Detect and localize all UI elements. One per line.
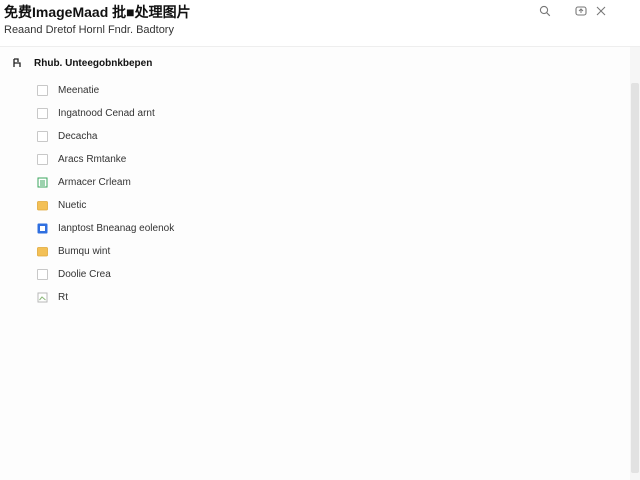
list-item-label: Rt — [58, 292, 68, 303]
list-item-label: Nuetic — [58, 200, 87, 211]
doc-file-icon — [37, 223, 48, 234]
file-list: Meenatie Ingatnood Cenad arnt Decacha Ar… — [37, 79, 337, 309]
checkbox[interactable] — [37, 85, 48, 96]
list-item-label: Doolie Crea — [58, 269, 111, 280]
sheet-file-icon — [37, 177, 48, 188]
list-item[interactable]: Armacer Crleam — [37, 171, 337, 194]
list-item[interactable]: Doolie Crea — [37, 263, 337, 286]
list-item[interactable]: Rt — [37, 286, 337, 309]
file-tree-panel: Rhub. Unteegobnkbepen Meenatie Ingatnood… — [0, 47, 630, 480]
list-item-label: Aracs Rmtanke — [58, 154, 127, 165]
list-item-label: Meenatie — [58, 85, 100, 96]
list-item-label: Bumqu wint — [58, 246, 111, 257]
list-item-label: Ingatnood Cenad arnt — [58, 108, 155, 119]
checkbox[interactable] — [37, 131, 48, 142]
refresh-icon[interactable] — [574, 4, 588, 18]
scrollbar-thumb[interactable] — [631, 83, 639, 473]
window-title: 免费ImageMaad 批■处理图片 — [4, 4, 191, 20]
list-item[interactable]: Ingatnood Cenad arnt — [37, 102, 337, 125]
list-item[interactable]: Bumqu wint — [37, 240, 337, 263]
folder-icon — [37, 200, 48, 211]
checkbox[interactable] — [37, 108, 48, 119]
list-item[interactable]: Aracs Rmtanke — [37, 148, 337, 171]
vertical-scrollbar[interactable] — [630, 47, 640, 480]
list-item-label: Ianptost Bneanag eolenok — [58, 223, 175, 234]
list-item[interactable]: Meenatie — [37, 79, 337, 102]
checkbox[interactable] — [37, 154, 48, 165]
list-item[interactable]: Nuetic — [37, 194, 337, 217]
tree-root-icon — [12, 57, 24, 69]
checkbox[interactable] — [37, 269, 48, 280]
list-item[interactable]: Decacha — [37, 125, 337, 148]
window-subtitle: Reaand Dretof Hornl Fndr. Badtory — [4, 24, 174, 36]
folder-icon — [37, 246, 48, 257]
list-item-label: Armacer Crleam — [58, 177, 131, 188]
tree-root-label: Rhub. Unteegobnkbepen — [34, 57, 153, 69]
close-icon[interactable] — [594, 4, 608, 18]
title-bar: 免费ImageMaad 批■处理图片 Reaand Dretof Hornl F… — [0, 0, 640, 47]
list-item[interactable]: Ianptost Bneanag eolenok — [37, 217, 337, 240]
tree-root[interactable]: Rhub. Unteegobnkbepen — [12, 57, 152, 69]
search-icon[interactable] — [538, 4, 552, 18]
list-item-label: Decacha — [58, 131, 98, 142]
image-file-icon — [37, 292, 48, 303]
